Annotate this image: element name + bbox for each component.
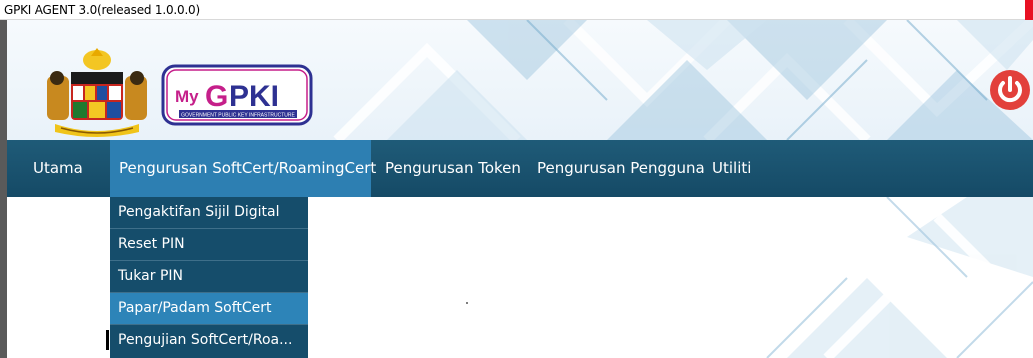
mygpki-logo: My G PKI GOVERNMENT PUBLIC KEY INFRASTRU… (161, 64, 313, 126)
svg-text:GOVERNMENT PUBLIC KEY INFRASTR: GOVERNMENT PUBLIC KEY INFRASTRUCTURE (181, 113, 295, 119)
main-menu-bar: Utama Pengurusan SoftCert/RoamingCert Pe… (7, 140, 1033, 197)
menu-item-papar-padam-softcert-label: Papar/Padam SoftCert (118, 300, 272, 316)
menu-pengurusan-pengguna-label: Pengurusan Pengguna (537, 159, 705, 177)
menu-item-pengaktifan-sijil[interactable]: Pengaktifan Sijil Digital (110, 197, 308, 228)
menu-pengurusan-pengguna[interactable]: Pengurusan Pengguna (537, 140, 705, 197)
menu-item-pengujian-softcert[interactable]: Pengujian SoftCert/Roa... (110, 325, 308, 356)
menu-pengurusan-token[interactable]: Pengurusan Token (385, 140, 521, 197)
menu-item-pengujian-softcert-label: Pengujian SoftCert/Roa... (118, 332, 293, 348)
coat-of-arms-icon (47, 48, 147, 137)
svg-text:PKI: PKI (229, 80, 279, 113)
menu-item-tukar-pin[interactable]: Tukar PIN (110, 261, 308, 292)
menu-pengurusan-softcert[interactable]: Pengurusan SoftCert/RoamingCert (110, 140, 376, 197)
power-icon (998, 76, 1022, 103)
close-button[interactable] (1025, 0, 1033, 20)
softcert-dropdown-menu: Pengaktifan Sijil Digital Reset PIN Tuka… (110, 197, 308, 358)
window-edge (0, 20, 7, 358)
menu-item-tukar-pin-label: Tukar PIN (118, 268, 183, 284)
title-bar: GPKI AGENT 3.0(released 1.0.0.0) (0, 0, 1033, 20)
header-banner: My G PKI GOVERNMENT PUBLIC KEY INFRASTRU… (7, 20, 1033, 140)
menu-pengurusan-softcert-label: Pengurusan SoftCert/RoamingCert (119, 159, 377, 177)
menu-item-pengaktifan-sijil-label: Pengaktifan Sijil Digital (118, 204, 280, 220)
menu-utiliti-label: Utiliti (712, 159, 752, 177)
window-edge-mark (106, 330, 109, 350)
menu-pengurusan-token-label: Pengurusan Token (385, 159, 521, 177)
menu-item-reset-pin[interactable]: Reset PIN (110, 229, 308, 260)
power-button[interactable] (990, 70, 1030, 110)
app-window: GPKI AGENT 3.0(released 1.0.0.0) My G PK… (0, 0, 1033, 358)
svg-text:G: G (205, 80, 228, 113)
menu-utama[interactable]: Utama (33, 140, 83, 197)
svg-text:My: My (175, 87, 199, 106)
menu-item-reset-pin-label: Reset PIN (118, 236, 185, 252)
menu-utiliti[interactable]: Utiliti (712, 140, 751, 197)
menu-item-papar-padam-softcert[interactable]: Papar/Padam SoftCert (110, 293, 308, 324)
menu-utama-label: Utama (33, 159, 83, 177)
window-title: GPKI AGENT 3.0(released 1.0.0.0) (4, 3, 200, 17)
